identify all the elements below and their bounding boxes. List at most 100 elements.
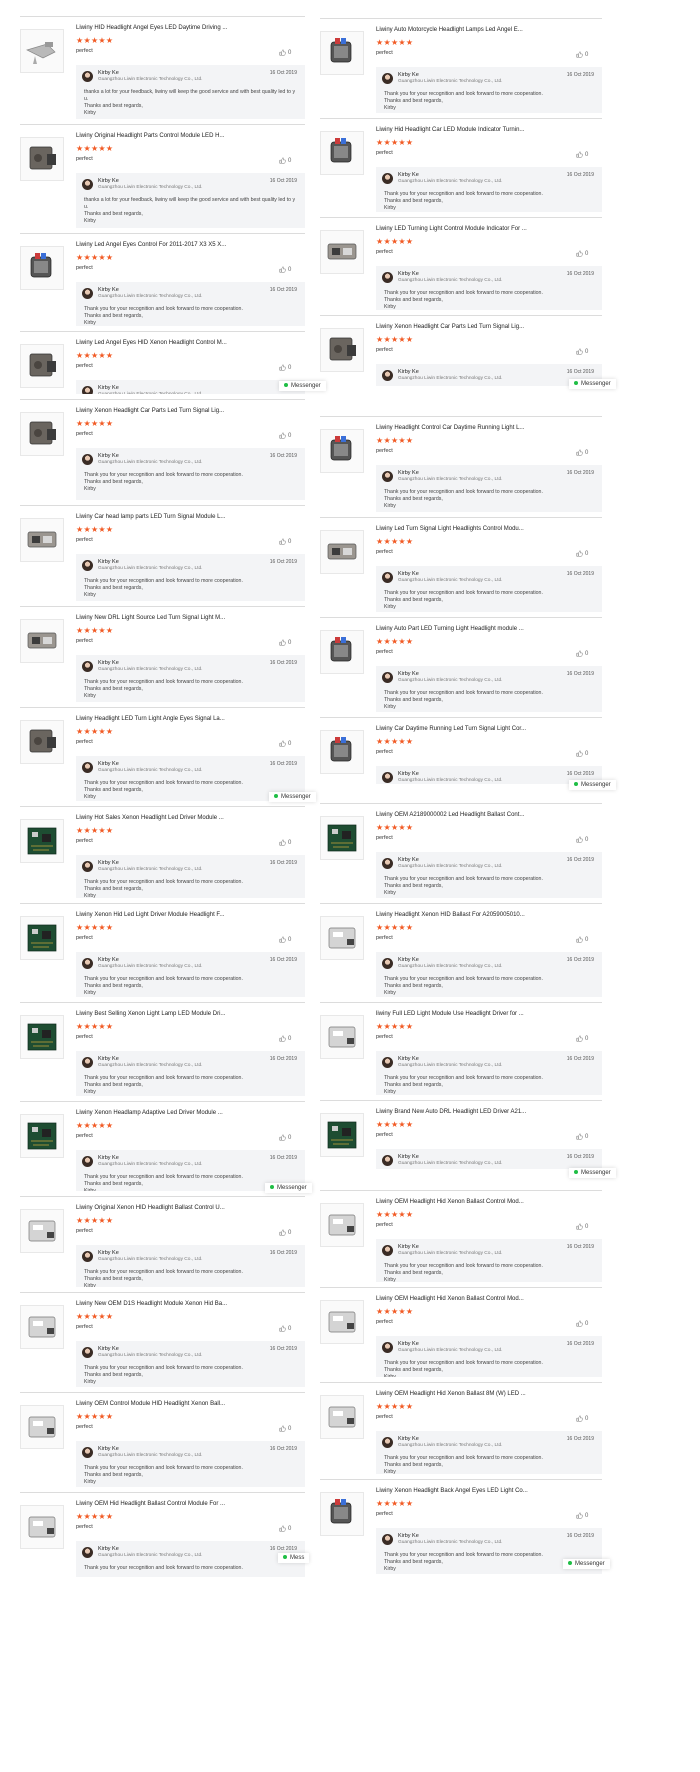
product-thumbnail[interactable] bbox=[20, 1405, 64, 1449]
messenger-button[interactable]: Messenger bbox=[569, 1168, 616, 1178]
product-thumbnail[interactable] bbox=[20, 619, 64, 663]
like-button[interactable]: 0 bbox=[576, 348, 588, 355]
product-title-link[interactable]: Liwiny Led Angel Eyes HID Xenon Headligh… bbox=[76, 340, 227, 346]
product-title-link[interactable]: Liwiny Auto Part LED Turning Light Headl… bbox=[376, 626, 524, 632]
like-button[interactable]: 0 bbox=[576, 1512, 588, 1519]
like-button[interactable]: 0 bbox=[576, 1035, 588, 1042]
product-title-link[interactable]: Liwiny Led Turn Signal Light Headlights … bbox=[376, 526, 524, 532]
product-thumbnail[interactable] bbox=[20, 1505, 64, 1549]
product-thumbnail[interactable] bbox=[320, 530, 364, 574]
product-title-link[interactable]: Liwiny OEM Hid Headlight Ballast Control… bbox=[76, 1501, 225, 1507]
product-title-link[interactable]: Liwiny Xenon Headlamp Adaptive Led Drive… bbox=[76, 1110, 223, 1116]
messenger-button[interactable]: Mess bbox=[278, 1553, 310, 1563]
product-title-link[interactable]: Liwiny OEM Headlight Hid Xenon Ballast C… bbox=[376, 1199, 524, 1205]
product-title-link[interactable]: Liwiny New OEM D1S Headlight Module Xeno… bbox=[76, 1301, 227, 1307]
product-thumbnail[interactable] bbox=[20, 344, 64, 388]
like-button[interactable]: 0 bbox=[279, 432, 291, 439]
product-thumbnail[interactable] bbox=[20, 29, 64, 73]
product-title-link[interactable]: Liwiny Headlight Xenon HID Ballast For A… bbox=[376, 912, 525, 918]
like-button[interactable]: 0 bbox=[279, 839, 291, 846]
product-thumbnail[interactable] bbox=[320, 730, 364, 774]
product-thumbnail[interactable] bbox=[320, 1113, 364, 1157]
product-title-link[interactable]: Liwiny Xenon Headlight Back Angel Eyes L… bbox=[376, 1488, 528, 1494]
like-button[interactable]: 0 bbox=[576, 51, 588, 58]
like-button[interactable]: 0 bbox=[279, 1525, 291, 1532]
product-thumbnail[interactable] bbox=[320, 31, 364, 75]
product-title-link[interactable]: Liwiny OEM A2189000002 Led Headlight Bal… bbox=[376, 812, 524, 818]
product-thumbnail[interactable] bbox=[20, 137, 64, 181]
product-title-link[interactable]: Liwiny Hot Sales Xenon Headlight Led Dri… bbox=[76, 815, 224, 821]
messenger-button[interactable]: Messenger bbox=[569, 379, 616, 389]
product-thumbnail[interactable] bbox=[320, 1203, 364, 1247]
product-title-link[interactable]: Liwiny Hid Headlight Car LED Module Indi… bbox=[376, 127, 524, 133]
product-thumbnail[interactable] bbox=[320, 1395, 364, 1439]
product-thumbnail[interactable] bbox=[320, 1492, 364, 1536]
product-title-link[interactable]: Liwiny Xenon Hid Led Light Driver Module… bbox=[76, 912, 224, 918]
like-button[interactable]: 0 bbox=[279, 1134, 291, 1141]
product-title-link[interactable]: liwiny Full LED Light Module Use Headlig… bbox=[376, 1011, 524, 1017]
like-button[interactable]: 0 bbox=[279, 740, 291, 747]
product-title-link[interactable]: Liwiny HID Headlight Angel Eyes LED Dayt… bbox=[76, 25, 227, 31]
product-title-link[interactable]: Liwiny Best Selling Xenon Light Lamp LED… bbox=[76, 1011, 225, 1017]
like-button[interactable]: 0 bbox=[279, 538, 291, 545]
product-title-link[interactable]: Liwiny OEM Headlight Hid Xenon Ballast 8… bbox=[376, 1391, 526, 1397]
product-thumbnail[interactable] bbox=[20, 720, 64, 764]
like-button[interactable]: 0 bbox=[576, 449, 588, 456]
product-title-link[interactable]: Liwiny Xenon Headlight Car Parts Led Tur… bbox=[376, 324, 524, 330]
product-thumbnail[interactable] bbox=[20, 1305, 64, 1349]
like-button[interactable]: 0 bbox=[576, 750, 588, 757]
product-thumbnail[interactable] bbox=[320, 230, 364, 274]
product-title-link[interactable]: Liwiny Auto Motorcycle Headlight Lamps L… bbox=[376, 27, 523, 33]
product-thumbnail[interactable] bbox=[320, 1300, 364, 1344]
product-thumbnail[interactable] bbox=[20, 1114, 64, 1158]
product-title-link[interactable]: Liwiny Car head lamp parts LED Turn Sign… bbox=[76, 514, 225, 520]
like-button[interactable]: 0 bbox=[576, 250, 588, 257]
product-title-link[interactable]: Liwiny Original Xenon HID Headlight Ball… bbox=[76, 1205, 225, 1211]
product-title-link[interactable]: Liwiny Xenon Headlight Car Parts Led Tur… bbox=[76, 408, 224, 414]
like-button[interactable]: 0 bbox=[576, 650, 588, 657]
like-button[interactable]: 0 bbox=[279, 1035, 291, 1042]
product-title-link[interactable]: Liwiny Led Angel Eyes Control For 2011-2… bbox=[76, 242, 226, 248]
like-button[interactable]: 0 bbox=[576, 151, 588, 158]
like-button[interactable]: 0 bbox=[279, 1425, 291, 1432]
product-thumbnail[interactable] bbox=[320, 131, 364, 175]
messenger-button[interactable]: Messenger bbox=[279, 381, 326, 391]
like-button[interactable]: 0 bbox=[576, 550, 588, 557]
like-button[interactable]: 0 bbox=[279, 1229, 291, 1236]
product-title-link[interactable]: Liwiny Headlight LED Turn Light Angle Ey… bbox=[76, 716, 225, 722]
product-title-link[interactable]: Liwiny Headlight Control Car Daytime Run… bbox=[376, 425, 524, 431]
product-thumbnail[interactable] bbox=[20, 246, 64, 290]
product-thumbnail[interactable] bbox=[20, 1209, 64, 1253]
product-title-link[interactable]: Liwiny New DRL Light Source Led Turn Sig… bbox=[76, 615, 225, 621]
product-thumbnail[interactable] bbox=[20, 1015, 64, 1059]
messenger-button[interactable]: Messenger bbox=[569, 780, 616, 790]
product-title-link[interactable]: Liwiny OEM Headlight Hid Xenon Ballast C… bbox=[376, 1296, 524, 1302]
product-thumbnail[interactable] bbox=[320, 1015, 364, 1059]
like-button[interactable]: 0 bbox=[576, 1133, 588, 1140]
product-thumbnail[interactable] bbox=[320, 816, 364, 860]
like-button[interactable]: 0 bbox=[279, 266, 291, 273]
like-button[interactable]: 0 bbox=[279, 364, 291, 371]
like-button[interactable]: 0 bbox=[576, 836, 588, 843]
like-button[interactable]: 0 bbox=[576, 1415, 588, 1422]
product-thumbnail[interactable] bbox=[20, 518, 64, 562]
product-thumbnail[interactable] bbox=[20, 916, 64, 960]
like-button[interactable]: 0 bbox=[279, 639, 291, 646]
product-title-link[interactable]: Liwiny Original Headlight Parts Control … bbox=[76, 133, 224, 139]
messenger-button[interactable]: Messenger bbox=[265, 1183, 312, 1193]
messenger-button[interactable]: Messenger bbox=[269, 792, 316, 802]
like-button[interactable]: 0 bbox=[279, 157, 291, 164]
product-title-link[interactable]: Liwiny Brand New Auto DRL Headlight LED … bbox=[376, 1109, 526, 1115]
product-thumbnail[interactable] bbox=[320, 916, 364, 960]
like-button[interactable]: 0 bbox=[279, 936, 291, 943]
product-thumbnail[interactable] bbox=[20, 819, 64, 863]
like-button[interactable]: 0 bbox=[279, 49, 291, 56]
like-button[interactable]: 0 bbox=[279, 1325, 291, 1332]
product-title-link[interactable]: Liwiny Car Daytime Running Led Turn Sign… bbox=[376, 726, 526, 732]
product-thumbnail[interactable] bbox=[20, 412, 64, 456]
like-button[interactable]: 0 bbox=[576, 1223, 588, 1230]
product-thumbnail[interactable] bbox=[320, 328, 364, 372]
like-button[interactable]: 0 bbox=[576, 936, 588, 943]
product-title-link[interactable]: Liwiny LED Turning Light Control Module … bbox=[376, 226, 527, 232]
product-thumbnail[interactable] bbox=[320, 429, 364, 473]
